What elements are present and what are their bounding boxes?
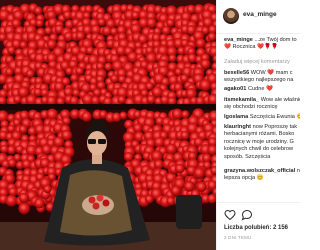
comment-line: wszystkiego najlepszego na: [224, 77, 300, 84]
comment-text: Cudne ❤️: [247, 86, 273, 92]
comment-line: itsmekamila_ Wow ale właśnie: [224, 97, 300, 104]
post-actions: Liczba polubień: 2 156 2 DNI TEMU: [217, 202, 300, 250]
roses-photo-illustration: [0, 0, 216, 250]
comment-item: itsmekamila_ Wow ale właśnie się obchodzi…: [224, 97, 300, 112]
author-username[interactable]: eva_minge: [243, 11, 277, 18]
comment-line: agako01 Cudne ❤️: [224, 86, 300, 93]
comments-list: eva_minge ...ze Twój dom to ❤️ Rocznica ❤…: [217, 37, 300, 201]
comment-text: ...ze Twój dom to: [254, 37, 297, 43]
comment-text: wszystkiego najlepszego na: [224, 77, 294, 84]
comment-item: klauringht now Poproszę tak herbacianymi …: [224, 124, 300, 161]
comment-text: Załaduj więcej komentarzy: [224, 59, 290, 65]
comment-line: ❤️ Rocznica ❤️🌹🌹: [224, 44, 300, 51]
comment-line: się obchodzi rocznicę: [224, 104, 300, 111]
comment-line: lepsza opcja 😊: [224, 175, 300, 182]
likes-count[interactable]: Liczba polubień: 2 156: [224, 225, 288, 231]
comment-text: rocznicę w moje urodziny. G: [224, 138, 294, 145]
comment-item: grazyna.wolszczak_official narozrabiał, …: [224, 168, 300, 183]
comment-line: sposób. Szczęścia: [224, 154, 300, 161]
comment-line: bexelle56 WOW ❤️ mam c: [224, 70, 300, 77]
comment-text: narozrabiał, tylko rocznica 😊: [296, 168, 300, 174]
comment-item: agako01 Cudne ❤️: [224, 86, 300, 93]
comment-text: się obchodzi rocznicę: [224, 104, 278, 111]
comment-line: Załaduj więcej komentarzy: [224, 59, 300, 66]
comment-item: bexelle56 WOW ❤️ mam c wszystkiego najlep…: [224, 70, 300, 85]
post-side-panel: eva_minge eva_minge ...ze Twój dom to ❤️ …: [216, 0, 300, 250]
comment-username[interactable]: grazyna.wolszczak_official: [224, 168, 297, 174]
comment-text: now Poproszę tak: [252, 124, 298, 130]
comment-text: sposób. Szczęścia: [224, 153, 271, 160]
comment-text: WOW ❤️ mam c: [250, 70, 293, 76]
comment-text: ❤️ Rocznica ❤️🌹🌹: [224, 44, 278, 51]
load-more-comments-link[interactable]: Załaduj więcej komentarzy: [224, 59, 300, 66]
comment-username[interactable]: itsmekamila_: [224, 97, 261, 103]
comment-username[interactable]: klauringht: [224, 124, 253, 130]
post-photo[interactable]: [0, 0, 216, 250]
comment-text: Wow ale właśnie: [260, 97, 300, 103]
caption: eva_minge ...ze Twój dom to ❤️ Rocznica ❤…: [224, 37, 300, 52]
comment-text: lepsza opcja 😊: [224, 175, 264, 182]
comment-item: lgoslama Szczęścia Ewunia 😊: [224, 114, 300, 121]
comment-line: klauringht now Poproszę tak: [224, 124, 300, 131]
comment-line: kolejnych chwil do celebrow: [224, 146, 300, 153]
heart-icon[interactable]: [224, 209, 236, 221]
avatar[interactable]: [223, 8, 239, 24]
comment-line: rocznicę w moje urodziny. G: [224, 139, 300, 146]
post-header: eva_minge: [217, 0, 300, 34]
comment-text: kolejnych chwil do celebrow: [224, 146, 294, 153]
comment-icon[interactable]: [241, 209, 253, 221]
comment-username[interactable]: lgoslama: [224, 114, 250, 120]
comment-username[interactable]: agako01: [224, 86, 248, 92]
comment-username[interactable]: bexelle56: [224, 70, 251, 76]
comment-line: herbacianymi różami. Bosko: [224, 131, 300, 138]
post-date: 2 DNI TEMU: [224, 235, 252, 240]
comment-line: lgoslama Szczęścia Ewunia 😊: [224, 114, 300, 121]
comment-text: Szczęścia Ewunia 😊: [249, 114, 300, 120]
comment-text: herbacianymi różami. Bosko: [224, 131, 295, 138]
comment-username[interactable]: eva_minge: [224, 37, 254, 43]
